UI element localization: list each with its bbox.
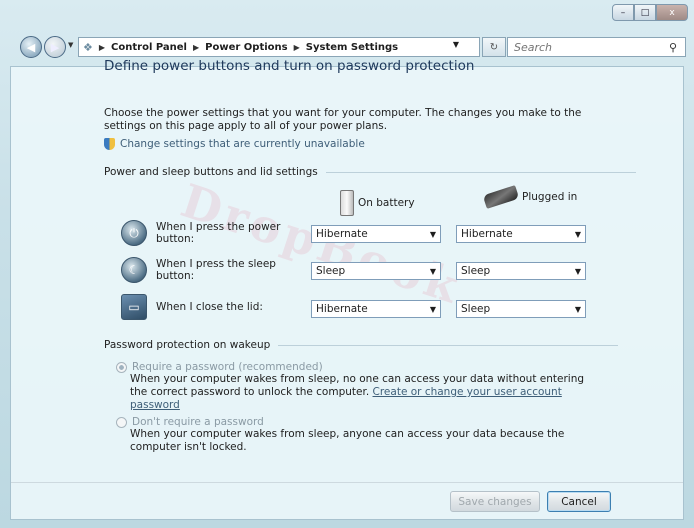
search-box[interactable]: ⚲ bbox=[507, 37, 686, 57]
change-settings-link[interactable]: Change settings that are currently unava… bbox=[104, 138, 365, 150]
require-password-label[interactable]: Require a password (recommended) bbox=[132, 361, 323, 373]
require-password-option: Require a password (recommended) When yo… bbox=[116, 361, 600, 412]
select-value: Hibernate bbox=[316, 228, 368, 240]
lid-plugged-select[interactable]: Sleep ▼ bbox=[456, 300, 586, 318]
col-plugged-in-label: Plugged in bbox=[522, 191, 578, 203]
chevron-down-icon: ▼ bbox=[574, 304, 581, 314]
main-content: DropBook Define power buttons and turn o… bbox=[10, 58, 684, 520]
dont-require-password-label[interactable]: Don't require a password bbox=[132, 416, 264, 428]
breadcrumb-control-panel[interactable]: Control Panel bbox=[111, 42, 187, 53]
sleep-button-row: ☾ When I press the sleep button: bbox=[121, 257, 306, 283]
power-buttons-heading-text: Power and sleep buttons and lid settings bbox=[104, 166, 318, 178]
dont-require-password-description: When your computer wakes from sleep, any… bbox=[130, 428, 565, 453]
breadcrumb-power-options[interactable]: Power Options bbox=[205, 42, 287, 53]
select-value: Sleep bbox=[461, 303, 491, 315]
power-buttons-heading: Power and sleep buttons and lid settings bbox=[104, 166, 636, 178]
power-button-label: When I press the power button: bbox=[156, 221, 281, 245]
require-password-radio[interactable]: Require a password (recommended) bbox=[116, 361, 600, 373]
maximize-button[interactable]: □ bbox=[634, 4, 656, 21]
search-icon[interactable]: ⚲ bbox=[669, 41, 685, 54]
lid-row: ▭ When I close the lid: bbox=[121, 294, 306, 320]
dont-require-password-option: Don't require a password When your compu… bbox=[116, 416, 600, 454]
password-heading-text: Password protection on wakeup bbox=[104, 339, 271, 351]
power-button-icon: ⏻ bbox=[121, 220, 147, 246]
footer-bar: Save changes Cancel bbox=[11, 482, 683, 519]
divider bbox=[278, 344, 619, 346]
dont-require-password-radio[interactable]: Don't require a password bbox=[116, 416, 600, 428]
chevron-down-icon: ▼ bbox=[574, 266, 581, 276]
back-button[interactable]: ◀ bbox=[20, 36, 42, 58]
save-changes-button[interactable]: Save changes bbox=[450, 491, 540, 512]
breadcrumb: ▶ Control Panel ▶ Power Options ▶ System… bbox=[93, 42, 398, 53]
window-controls: – □ x bbox=[612, 4, 688, 21]
chevron-down-icon: ▼ bbox=[429, 229, 436, 239]
divider bbox=[325, 171, 636, 173]
battery-icon bbox=[340, 190, 354, 216]
lid-battery-select[interactable]: Hibernate ▼ bbox=[311, 300, 441, 318]
power-button-battery-select[interactable]: Hibernate ▼ bbox=[311, 225, 441, 243]
close-button[interactable]: x bbox=[656, 4, 688, 21]
address-bar[interactable]: ❖ ▶ Control Panel ▶ Power Options ▶ Syst… bbox=[78, 37, 480, 57]
change-settings-link-label[interactable]: Change settings that are currently unava… bbox=[120, 138, 365, 150]
uac-shield-icon bbox=[104, 138, 115, 150]
breadcrumb-separator-icon[interactable]: ▶ bbox=[193, 43, 199, 52]
control-panel-icon: ❖ bbox=[83, 40, 93, 54]
refresh-button[interactable]: ↻ bbox=[482, 37, 506, 57]
laptop-lid-icon: ▭ bbox=[121, 294, 147, 320]
address-dropdown-icon[interactable]: ▼ bbox=[453, 40, 459, 49]
window: – □ x ◀ ▶ ▼ ❖ ▶ Control Panel ▶ Power Op… bbox=[0, 0, 694, 528]
recent-pages-dropdown-icon[interactable]: ▼ bbox=[68, 41, 73, 49]
forward-button[interactable]: ▶ bbox=[44, 36, 66, 58]
col-plugged-in: Plugged in bbox=[482, 185, 578, 209]
radio-button-checked[interactable] bbox=[116, 361, 127, 373]
sleep-button-battery-select[interactable]: Sleep ▼ bbox=[311, 262, 441, 280]
minimize-button[interactable]: – bbox=[612, 4, 634, 21]
settings-body: Choose the power settings that you want … bbox=[104, 65, 673, 465]
select-value: Hibernate bbox=[316, 303, 368, 315]
sleep-button-label: When I press the sleep button: bbox=[156, 258, 276, 282]
col-on-battery-label: On battery bbox=[358, 197, 415, 209]
require-password-description: When your computer wakes from sleep, no … bbox=[130, 373, 600, 412]
power-button-row: ⏻ When I press the power button: bbox=[121, 220, 306, 246]
breadcrumb-separator-icon[interactable]: ▶ bbox=[294, 43, 300, 52]
col-on-battery: On battery bbox=[340, 190, 415, 216]
select-value: Sleep bbox=[461, 265, 491, 277]
sleep-button-icon: ☾ bbox=[121, 257, 147, 283]
select-value: Sleep bbox=[316, 265, 346, 277]
cancel-button[interactable]: Cancel bbox=[547, 491, 611, 512]
chevron-down-icon: ▼ bbox=[429, 266, 436, 276]
search-input[interactable] bbox=[508, 39, 669, 55]
power-button-plugged-select[interactable]: Hibernate ▼ bbox=[456, 225, 586, 243]
lid-label: When I close the lid: bbox=[156, 301, 263, 313]
sleep-button-plugged-select[interactable]: Sleep ▼ bbox=[456, 262, 586, 280]
chevron-down-icon: ▼ bbox=[574, 229, 581, 239]
password-heading: Password protection on wakeup bbox=[104, 339, 619, 351]
select-value: Hibernate bbox=[461, 228, 513, 240]
radio-button[interactable] bbox=[116, 416, 127, 428]
page-description: Choose the power settings that you want … bbox=[104, 107, 582, 132]
breadcrumb-system-settings[interactable]: System Settings bbox=[306, 42, 398, 53]
power-plug-icon bbox=[482, 185, 520, 209]
chevron-down-icon: ▼ bbox=[429, 304, 436, 314]
breadcrumb-separator-icon[interactable]: ▶ bbox=[99, 43, 105, 52]
